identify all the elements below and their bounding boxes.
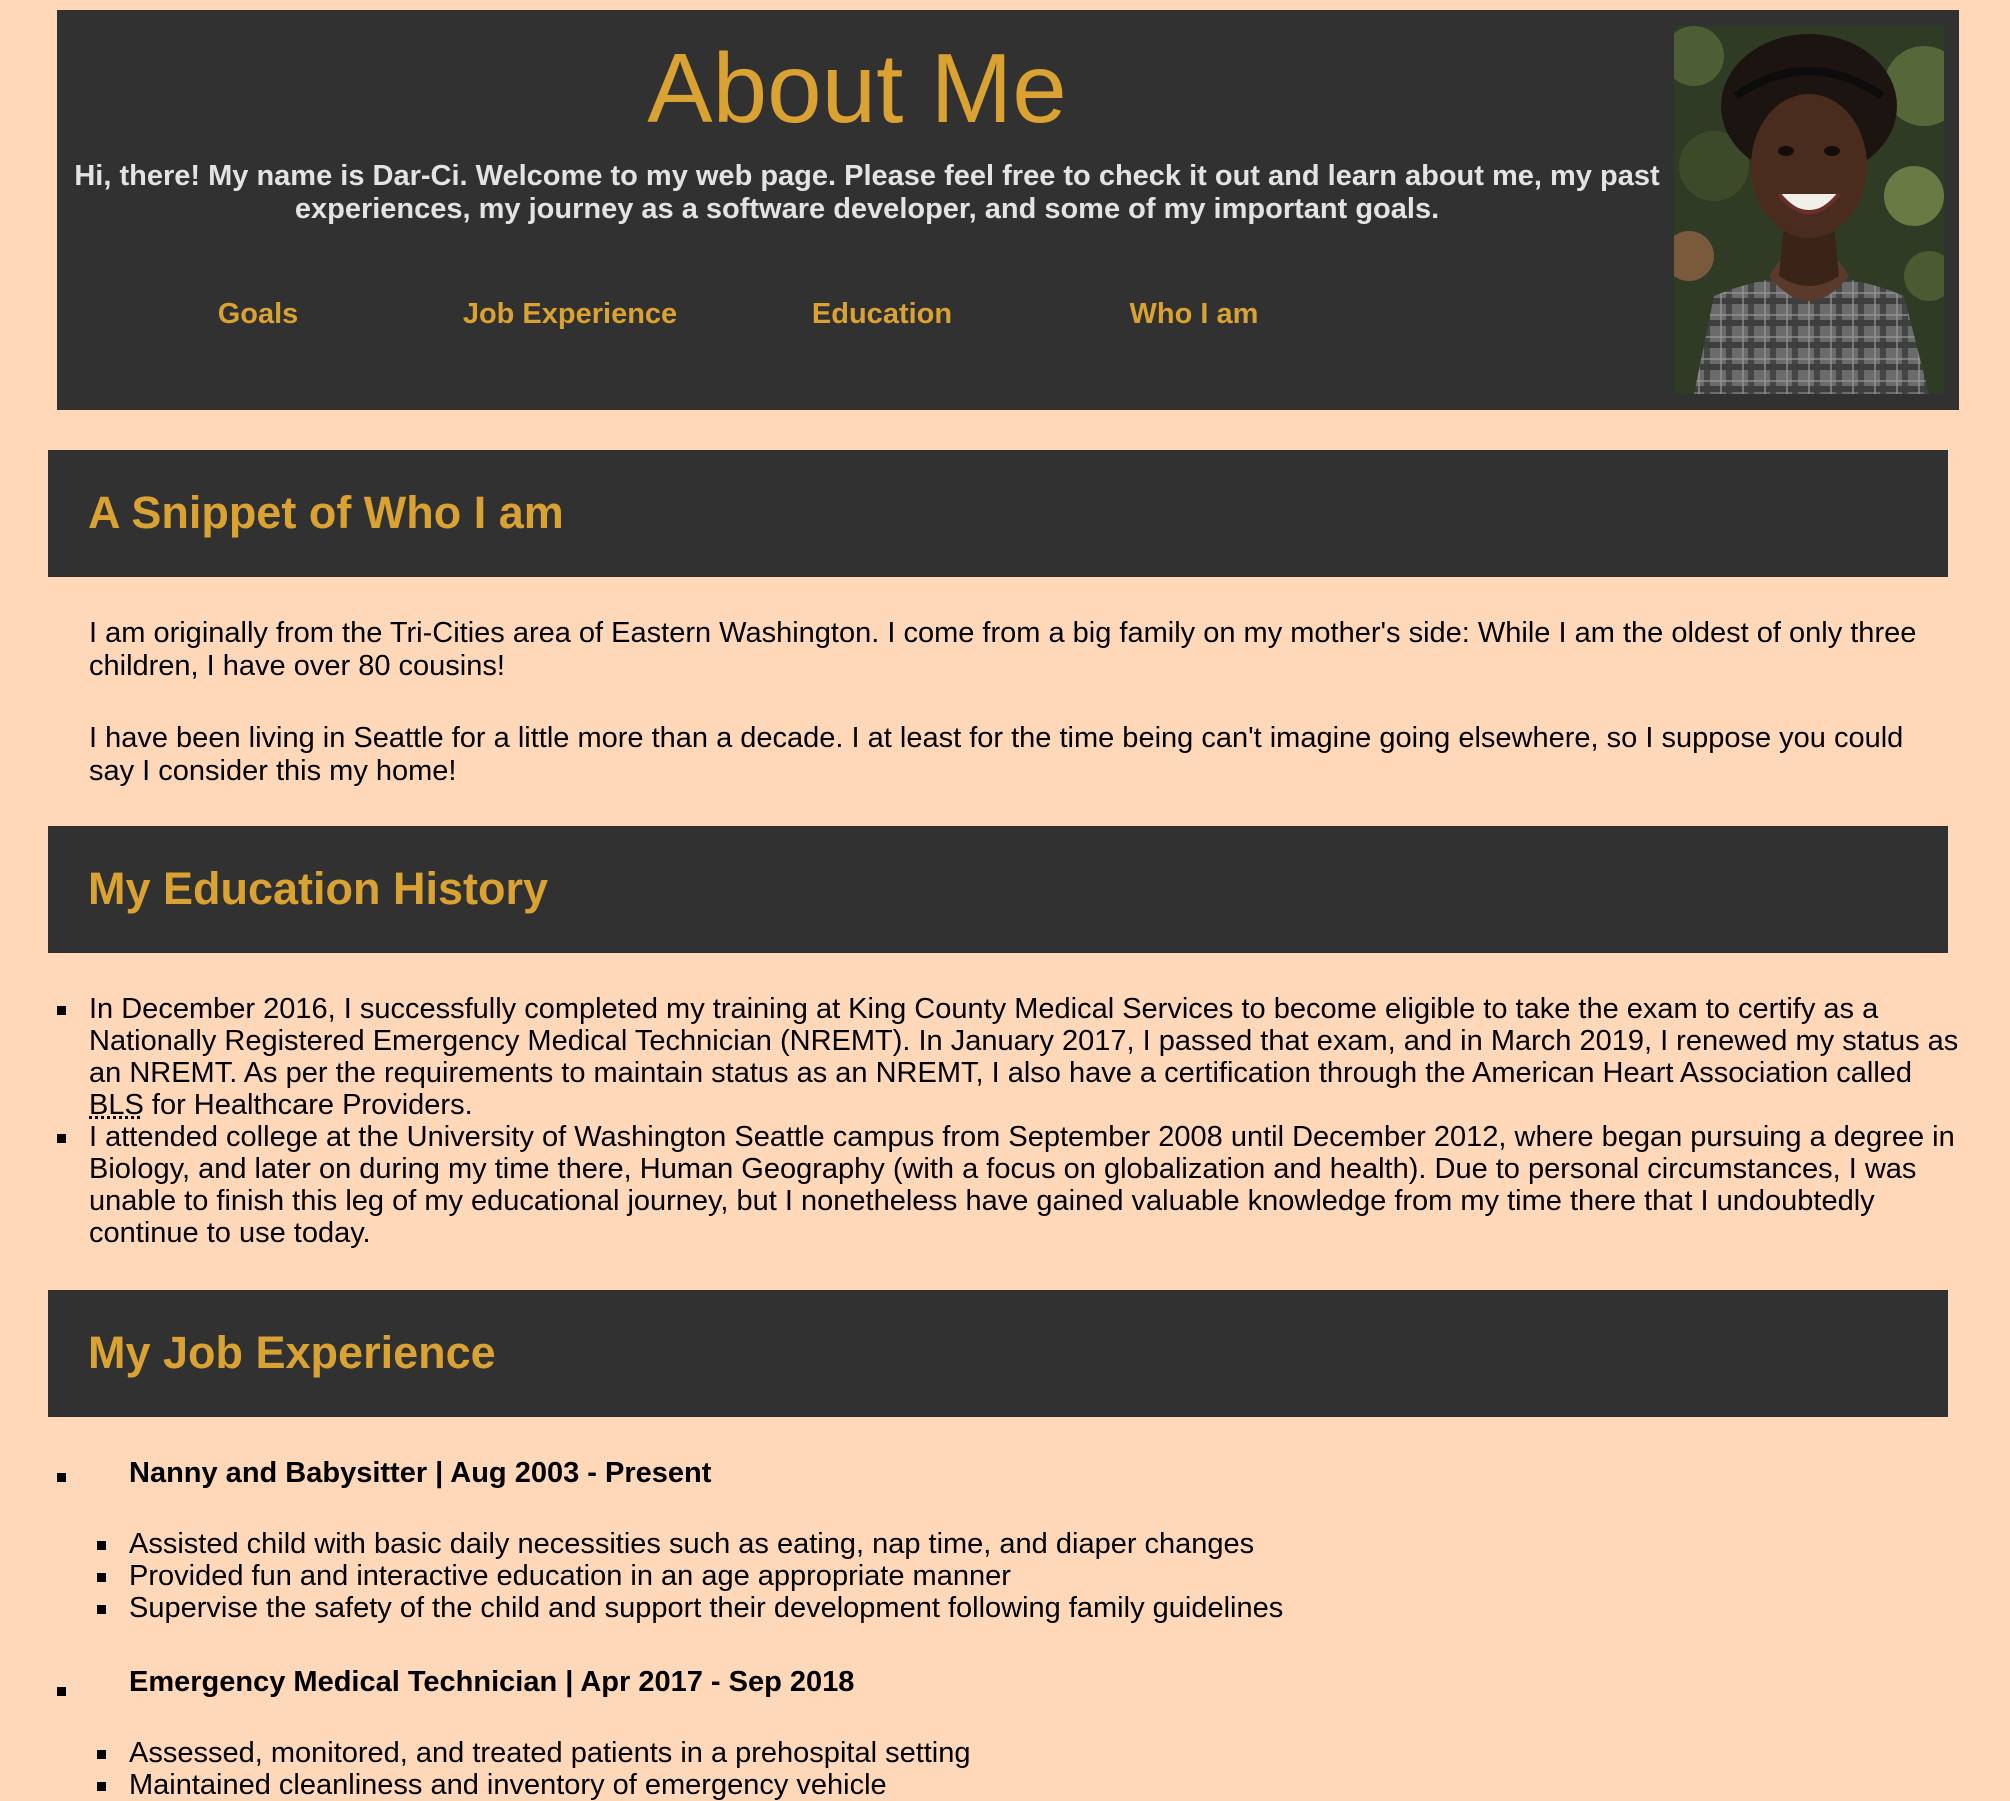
page-title: About Me [57, 38, 1657, 138]
main-nav: Goals Job Experience Education Who I am [57, 294, 1657, 334]
bullet-icon [97, 1541, 106, 1550]
bls-abbreviation[interactable]: BLS [89, 1089, 144, 1121]
job-duties-list: Assisted child with basic daily necessit… [129, 1528, 1929, 1624]
nav-link-who-i-am[interactable]: Who I am [1130, 294, 1259, 334]
profile-photo [1674, 26, 1944, 394]
list-item: Assessed, monitored, and treated patient… [129, 1737, 1929, 1769]
section-title: My Education History [88, 862, 548, 916]
header: About Me Hi, there! My name is Dar-Ci. W… [57, 10, 1959, 410]
section-title: My Job Experience [88, 1326, 496, 1380]
nav-link-goals[interactable]: Goals [218, 294, 299, 334]
who-paragraph: I am originally from the Tri-Cities area… [89, 617, 1949, 683]
bullet-icon [57, 1687, 66, 1696]
nav-link-job-experience[interactable]: Job Experience [463, 294, 677, 334]
bullet-icon [57, 1006, 66, 1015]
list-item: Assisted child with basic daily necessit… [129, 1528, 1929, 1560]
list-item: Supervise the safety of the child and su… [129, 1592, 1929, 1624]
list-item: Provided fun and interactive education i… [129, 1560, 1929, 1592]
bullet-icon [57, 1473, 66, 1482]
job-title: Nanny and Babysitter | Aug 2003 - Presen… [129, 1455, 711, 1491]
intro-text: Hi, there! My name is Dar-Ci. Welcome to… [67, 160, 1667, 226]
job-duties-list: Assessed, monitored, and treated patient… [129, 1737, 1929, 1801]
bullet-icon [97, 1750, 106, 1759]
who-paragraph: I have been living in Seattle for a litt… [89, 722, 1949, 788]
bullet-icon [97, 1782, 106, 1791]
bullet-icon [97, 1573, 106, 1582]
education-list: In December 2016, I successfully complet… [89, 993, 1969, 1249]
nav-link-education[interactable]: Education [812, 294, 952, 334]
bullet-icon [97, 1605, 106, 1614]
section-title: A Snippet of Who I am [88, 486, 564, 540]
section-header-job-experience: My Job Experience [48, 1290, 1948, 1417]
section-header-who-i-am: A Snippet of Who I am [48, 450, 1948, 577]
list-item: I attended college at the University of … [89, 1121, 1969, 1249]
section-header-education: My Education History [48, 826, 1948, 953]
list-item: Maintained cleanliness and inventory of … [129, 1769, 1929, 1801]
list-item: In December 2016, I successfully complet… [89, 993, 1969, 1121]
bullet-icon [57, 1134, 66, 1143]
job-title: Emergency Medical Technician | Apr 2017 … [129, 1664, 854, 1700]
